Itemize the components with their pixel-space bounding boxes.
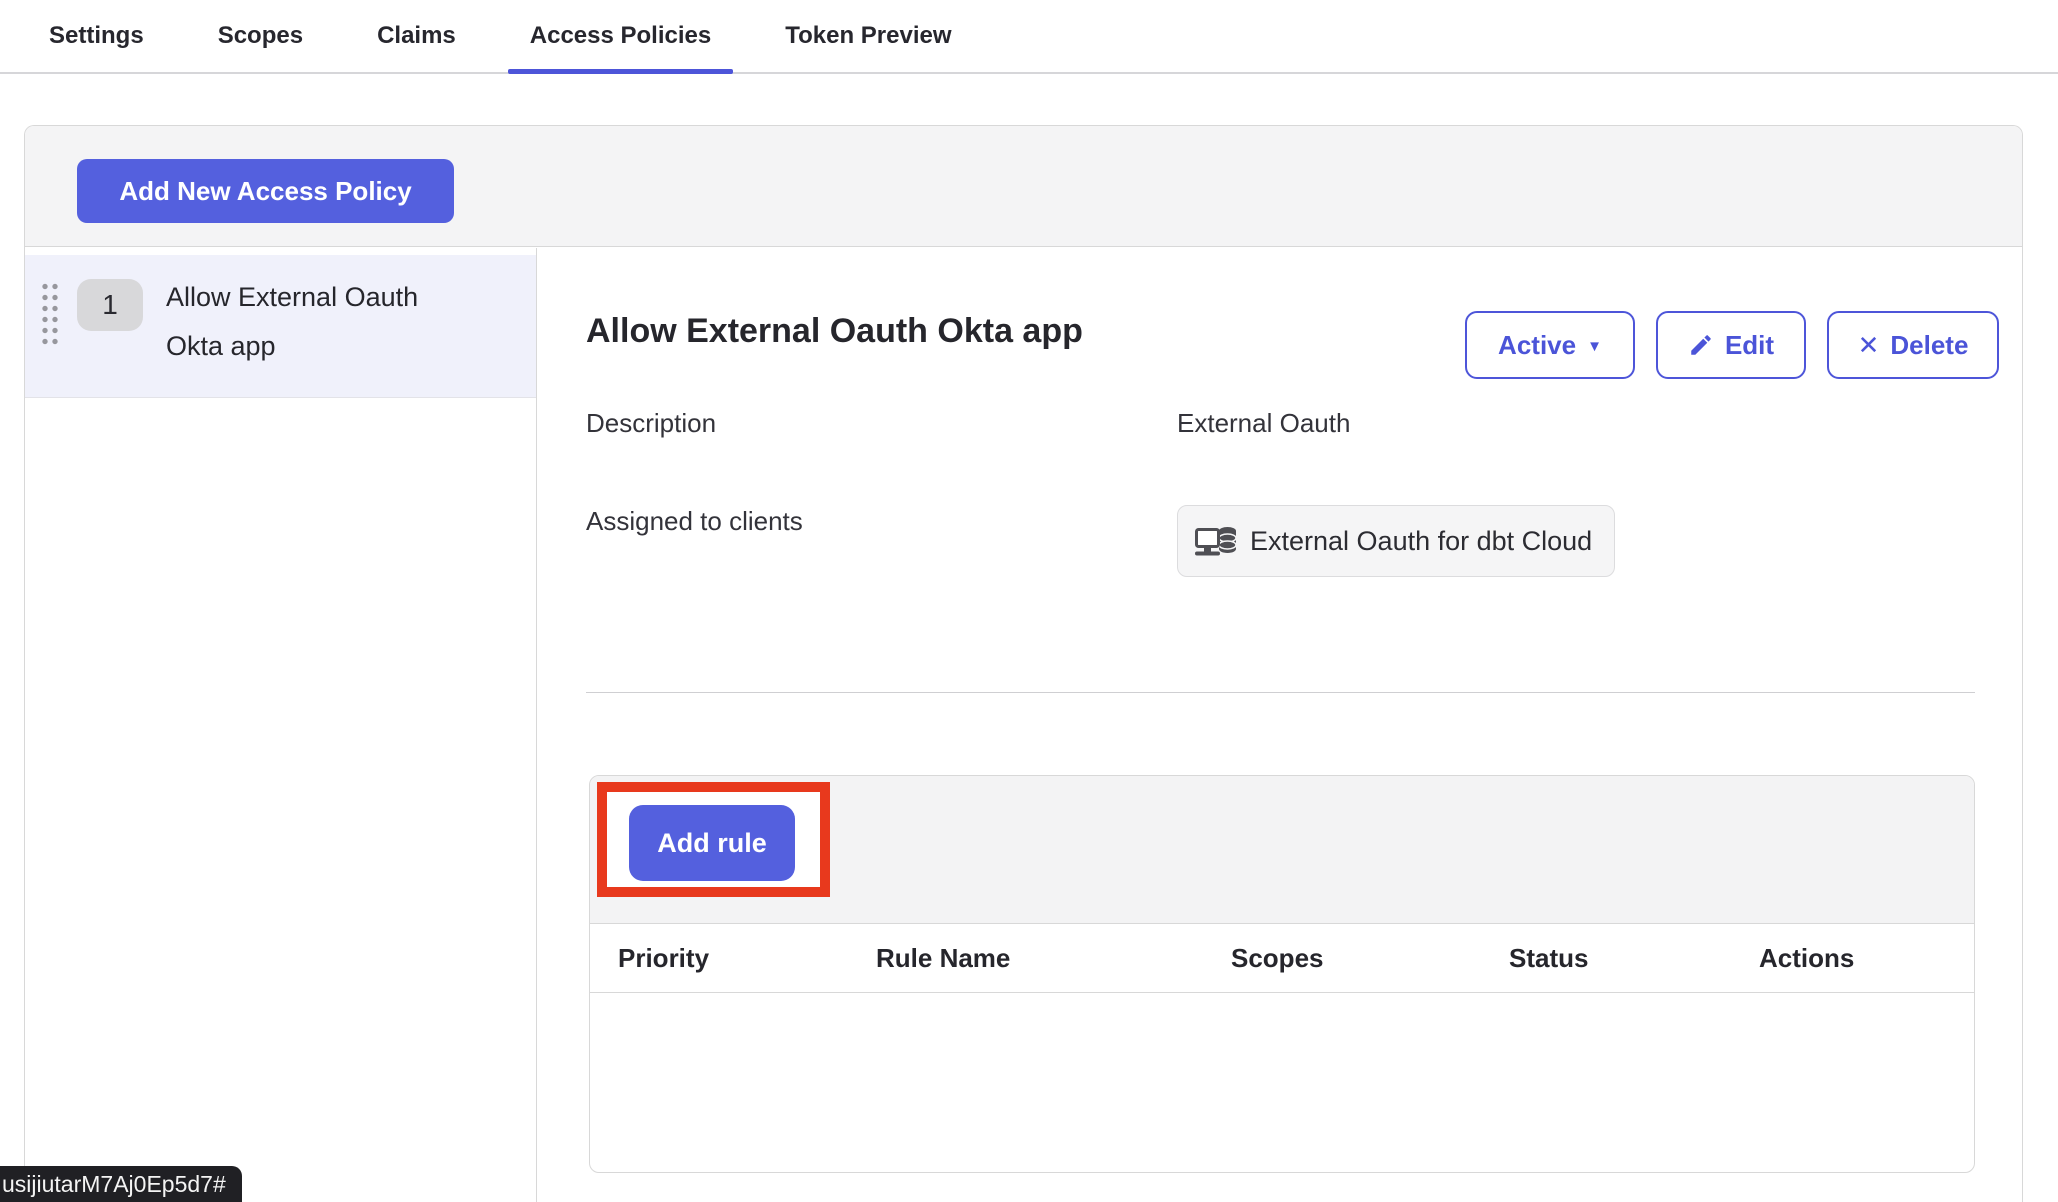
close-icon: ✕ xyxy=(1858,330,1880,361)
add-new-access-policy-button[interactable]: Add New Access Policy xyxy=(77,159,454,223)
description-label: Description xyxy=(586,408,716,439)
column-status: Status xyxy=(1509,943,1759,974)
column-scopes: Scopes xyxy=(1231,943,1509,974)
panel-header: Add New Access Policy xyxy=(25,126,2022,247)
tab-settings[interactable]: Settings xyxy=(27,0,166,72)
edit-button-label: Edit xyxy=(1725,330,1774,361)
rules-table-header: Priority Rule Name Scopes Status Actions xyxy=(590,924,1974,993)
rules-card: Add rule Priority Rule Name Scopes Statu… xyxy=(589,775,1975,1173)
annotation-highlight-box: Add rule xyxy=(597,782,830,897)
assigned-client-name: External Oauth for dbt Cloud xyxy=(1250,526,1592,557)
delete-button-label: Delete xyxy=(1890,330,1968,361)
tab-access-policies[interactable]: Access Policies xyxy=(508,0,733,72)
chevron-down-icon: ▼ xyxy=(1587,338,1602,355)
rules-card-header: Add rule xyxy=(590,776,1974,924)
assigned-client-chip[interactable]: External Oauth for dbt Cloud xyxy=(1177,505,1615,577)
drag-handle-icon[interactable] xyxy=(39,280,58,346)
description-value: External Oauth xyxy=(1177,408,1350,439)
tab-claims[interactable]: Claims xyxy=(355,0,478,72)
policy-status-label: Active xyxy=(1498,330,1576,361)
policy-status-dropdown[interactable]: Active ▼ xyxy=(1465,311,1635,379)
delete-policy-button[interactable]: ✕ Delete xyxy=(1827,311,1999,379)
pencil-icon xyxy=(1688,332,1714,358)
column-actions: Actions xyxy=(1759,943,1974,974)
link-preview-status-bar: usijiutarM7Aj0Ep5d7# xyxy=(0,1166,242,1202)
page: Settings Scopes Claims Access Policies T… xyxy=(0,0,2058,1202)
tab-token-preview[interactable]: Token Preview xyxy=(763,0,973,72)
policy-list: 1 Allow External Oauth Okta app xyxy=(25,248,537,1202)
add-rule-button[interactable]: Add rule xyxy=(629,805,795,881)
access-policies-panel: Add New Access Policy 1 Allow External O… xyxy=(24,125,2023,1202)
edit-policy-button[interactable]: Edit xyxy=(1656,311,1806,379)
client-app-icon xyxy=(1194,523,1238,560)
policy-name-label: Allow External Oauth Okta app xyxy=(166,273,466,371)
column-rule-name: Rule Name xyxy=(876,943,1231,974)
assigned-to-clients-label: Assigned to clients xyxy=(586,506,803,537)
policy-title: Allow External Oauth Okta app xyxy=(586,312,1083,351)
policy-priority-badge: 1 xyxy=(77,279,143,331)
policy-list-item[interactable]: 1 Allow External Oauth Okta app xyxy=(25,255,536,398)
tab-bar: Settings Scopes Claims Access Policies T… xyxy=(0,0,2058,74)
column-priority: Priority xyxy=(618,943,876,974)
tab-scopes[interactable]: Scopes xyxy=(196,0,325,72)
section-divider xyxy=(586,692,1975,693)
